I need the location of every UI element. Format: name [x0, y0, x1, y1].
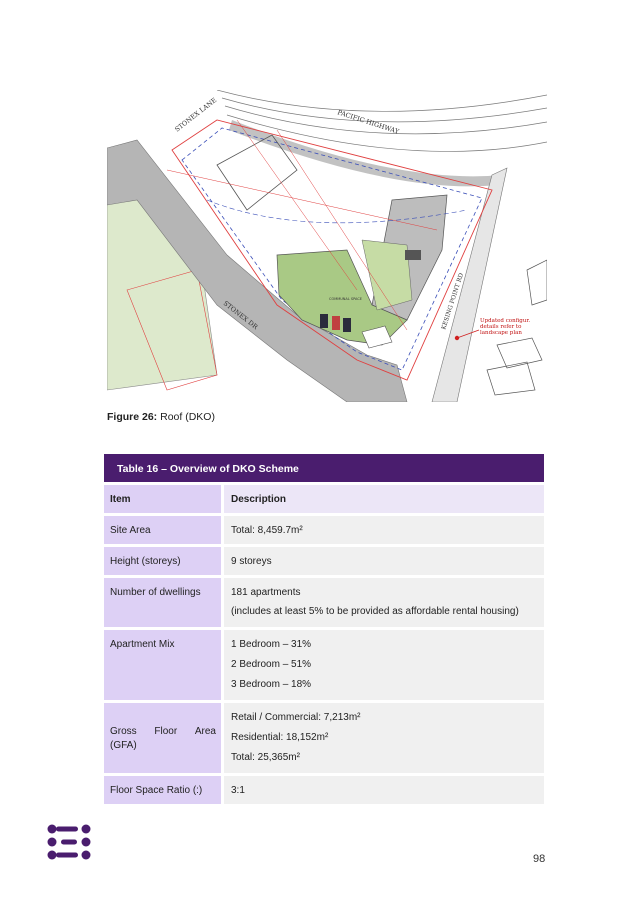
header-description: Description [224, 485, 544, 513]
figure-caption-label: Figure 26: [107, 411, 158, 423]
site-plan-figure: STONEX LANE PACIFIC HIGHWAY STONEX DR KE… [107, 90, 547, 402]
gfa-word: Gross [110, 725, 137, 737]
value-line: 2 Bedroom – 51% [231, 659, 312, 670]
value-line: 3:1 [231, 785, 245, 796]
row-value: 1 Bedroom – 31% 2 Bedroom – 51% 3 Bedroo… [224, 630, 544, 700]
table-row: Height (storeys) 9 storeys [104, 547, 544, 575]
map-annotation-line-3: landscape plan [480, 330, 522, 336]
header-item: Item [104, 485, 221, 513]
row-value: Retail / Commercial: 7,213m² Residential… [224, 703, 544, 773]
page-number: 98 [533, 853, 546, 865]
row-value: 181 apartments (includes at least 5% to … [224, 578, 544, 627]
figure-caption-text: Roof (DKO) [157, 411, 215, 423]
row-value: 3:1 [224, 776, 544, 804]
site-plan-drawing: STONEX LANE PACIFIC HIGHWAY STONEX DR KE… [107, 90, 547, 402]
value-line: Total: 25,365m² [231, 752, 300, 763]
table-header-row: Item Description [104, 485, 544, 513]
gfa-label-top: Gross Floor Area [110, 726, 216, 737]
value-line: Retail / Commercial: 7,213m² [231, 712, 361, 723]
table-row: Site Area Total: 8,459.7m² [104, 516, 544, 544]
value-line: (includes at least 5% to be provided as … [231, 606, 519, 617]
value-line: Total: 8,459.7m² [231, 525, 303, 536]
table-row: Floor Space Ratio (:) 3:1 [104, 776, 544, 804]
row-label: Gross Floor Area (GFA) [104, 703, 221, 773]
table-row: Number of dwellings 181 apartments (incl… [104, 578, 544, 627]
value-line: 9 storeys [231, 556, 272, 567]
row-label: Height (storeys) [104, 547, 221, 575]
table-title: Table 16 – Overview of DKO Scheme [104, 454, 544, 482]
row-label: Floor Space Ratio (:) [104, 776, 221, 804]
row-label: Number of dwellings [104, 578, 221, 627]
value-line: 181 apartments [231, 587, 301, 598]
gfa-word: Floor [154, 725, 178, 737]
map-label-communal-space: COMMUNAL SPACE [329, 297, 362, 301]
value-line: 3 Bedroom – 18% [231, 679, 312, 690]
gfa-word: Area [194, 725, 216, 737]
row-label: Apartment Mix [104, 630, 221, 700]
gfa-label-tail: (GFA) [110, 739, 137, 751]
row-value: 9 storeys [224, 547, 544, 575]
dko-overview-table: Table 16 – Overview of DKO Scheme Item D… [104, 454, 544, 804]
table-row: Gross Floor Area (GFA) Retail / Commerci… [104, 703, 544, 773]
figure-caption: Figure 26: Roof (DKO) [107, 411, 215, 423]
value-line: 1 Bedroom – 31% [231, 639, 312, 650]
table-row: Apartment Mix 1 Bedroom – 31% 2 Bedroom … [104, 630, 544, 700]
brand-logo-icon [47, 824, 91, 865]
row-value: Total: 8,459.7m² [224, 516, 544, 544]
row-label: Site Area [104, 516, 221, 544]
value-line: Residential: 18,152m² [231, 732, 329, 743]
